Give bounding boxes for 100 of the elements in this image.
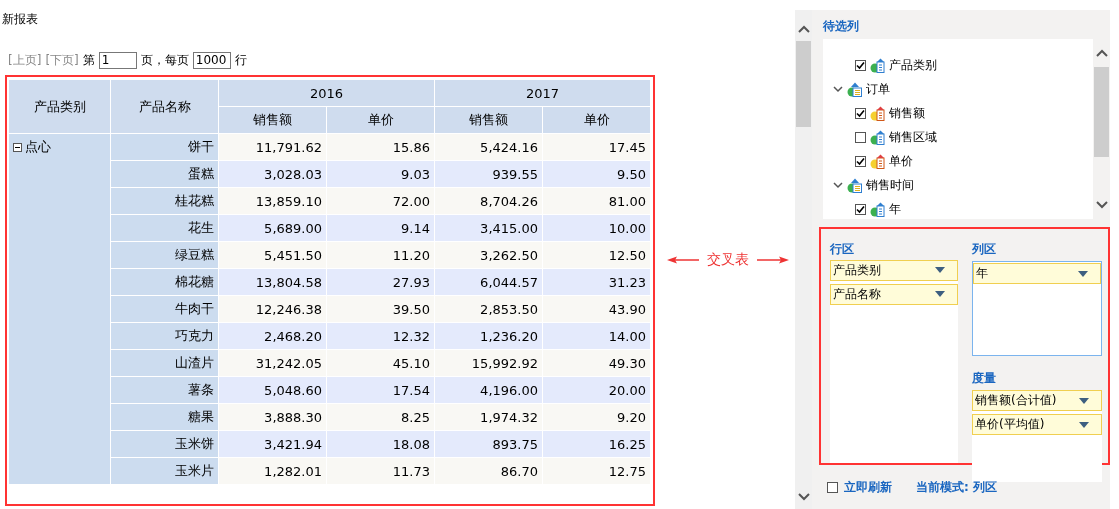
- table-cell: 3,415.00: [434, 214, 543, 242]
- table-cell: 11.20: [326, 241, 435, 269]
- row-header: 棉花糖: [110, 268, 219, 296]
- table-cell: 12.32: [326, 322, 435, 350]
- caret-icon[interactable]: [935, 291, 945, 298]
- column-header: 单价: [326, 106, 435, 134]
- caret-icon[interactable]: [935, 267, 945, 274]
- table-cell: 17.45: [542, 133, 651, 161]
- table-cell: 39.50: [326, 295, 435, 323]
- collapse-icon[interactable]: [13, 142, 22, 152]
- field-chip[interactable]: 产品名称: [830, 283, 958, 305]
- column-header: 销售额: [218, 106, 327, 134]
- table-cell: 939.55: [434, 160, 543, 188]
- checkbox[interactable]: [855, 59, 866, 71]
- table-icon: [847, 177, 862, 193]
- table-cell: 86.70: [434, 457, 543, 485]
- row-header: 蛋糕: [110, 160, 219, 188]
- table-cell: 5,689.00: [218, 214, 327, 242]
- tree-item[interactable]: 订单: [866, 80, 890, 98]
- field-chip[interactable]: 销售额(合计值): [972, 390, 1102, 411]
- table-cell: 14.00: [542, 322, 651, 350]
- column-header: 产品类别: [8, 79, 111, 134]
- arrow-icon: [666, 254, 699, 265]
- table-cell: 3,028.03: [218, 160, 327, 188]
- scroll-up-icon[interactable]: [797, 25, 810, 33]
- page-field[interactable]: 1: [98, 51, 137, 69]
- table-cell: 1,236.20: [434, 322, 543, 350]
- table-cell: 4,196.00: [434, 376, 543, 404]
- row-header: 玉米饼: [110, 430, 219, 458]
- checkbox[interactable]: [827, 482, 838, 493]
- scroll-down-icon[interactable]: [797, 493, 810, 501]
- table-cell: 43.90: [542, 295, 651, 323]
- table-cell: 2,468.20: [218, 322, 327, 350]
- tree-item[interactable]: 销售额: [889, 104, 925, 122]
- arrow-icon: [756, 254, 789, 265]
- per-page-field[interactable]: 1000: [192, 51, 231, 69]
- field-chip[interactable]: 单价(平均值): [972, 414, 1102, 435]
- checkbox[interactable]: [855, 107, 866, 119]
- checkbox[interactable]: [855, 131, 866, 143]
- area-title: 列区: [972, 241, 997, 258]
- table-cell: 9.03: [326, 160, 435, 188]
- tree-item[interactable]: 年: [889, 200, 901, 218]
- per-page-label: 页，每页: [140, 51, 189, 69]
- area-title: 行区: [830, 241, 855, 258]
- row-header: 饼干: [110, 133, 219, 161]
- tree-item[interactable]: 销售区域: [889, 128, 937, 146]
- table-cell: 5,424.16: [434, 133, 543, 161]
- caret-icon[interactable]: [1079, 397, 1089, 404]
- prev-page-link[interactable]: [上页]: [8, 51, 42, 69]
- scroll-up-icon[interactable]: [1095, 49, 1108, 57]
- table-cell: 11,791.62: [218, 133, 327, 161]
- column-header: 销售额: [434, 106, 543, 134]
- column-header: 单价: [542, 106, 651, 134]
- tree-item[interactable]: 单价: [889, 152, 913, 170]
- panel-title: 待选列: [823, 18, 860, 35]
- annotation-label: 交叉表: [706, 250, 749, 269]
- next-page-link[interactable]: [下页]: [45, 51, 79, 69]
- table-cell: 72.00: [326, 187, 435, 215]
- table-cell: 6,044.57: [434, 268, 543, 296]
- table-cell: 1,974.32: [434, 403, 543, 431]
- table-cell: 2,853.50: [434, 295, 543, 323]
- table-cell: 15,992.92: [434, 349, 543, 377]
- row-group-label: 点心: [25, 138, 51, 156]
- caret-icon[interactable]: [1078, 270, 1088, 277]
- table-cell: 5,048.60: [218, 376, 327, 404]
- field-chip[interactable]: 产品类别: [830, 259, 958, 281]
- chevron-down-icon[interactable]: [833, 181, 843, 189]
- table-cell: 9.20: [542, 403, 651, 431]
- table-cell: 9.14: [326, 214, 435, 242]
- field-chip[interactable]: 年: [973, 263, 1101, 284]
- table-cell: 3,421.94: [218, 430, 327, 458]
- rows-label: 行: [234, 51, 247, 69]
- tree-item[interactable]: 销售时间: [866, 176, 914, 194]
- checkbox[interactable]: [855, 155, 866, 167]
- measure-field-icon: [870, 153, 885, 169]
- table-cell: 13,859.10: [218, 187, 327, 215]
- scrollbar-thumb[interactable]: [1094, 67, 1109, 157]
- mode-value: 列区: [972, 479, 997, 496]
- checkbox-label[interactable]: 立即刷新: [844, 479, 892, 496]
- checkbox[interactable]: [855, 203, 866, 215]
- table-cell: 81.00: [542, 187, 651, 215]
- table-cell: 3,262.50: [434, 241, 543, 269]
- chevron-down-icon[interactable]: [833, 85, 843, 93]
- scroll-down-icon[interactable]: [1095, 201, 1108, 209]
- row-header: 桂花糕: [110, 187, 219, 215]
- table-cell: 17.54: [326, 376, 435, 404]
- table-cell: 16.25: [542, 430, 651, 458]
- report-title: 新报表: [1, 11, 39, 28]
- table-cell: 12,246.38: [218, 295, 327, 323]
- row-header: 糖果: [110, 403, 219, 431]
- page-label: 第: [82, 51, 95, 69]
- table-cell: 12.50: [542, 241, 651, 269]
- tree-item[interactable]: 产品类别: [889, 56, 937, 74]
- row-header: 花生: [110, 214, 219, 242]
- table-cell: 13,804.58: [218, 268, 327, 296]
- table-cell: 11.73: [326, 457, 435, 485]
- dimension-field-icon: [870, 57, 885, 73]
- column-group-header: 2016: [218, 79, 435, 107]
- caret-icon[interactable]: [1079, 421, 1089, 428]
- scrollbar-thumb[interactable]: [796, 41, 811, 127]
